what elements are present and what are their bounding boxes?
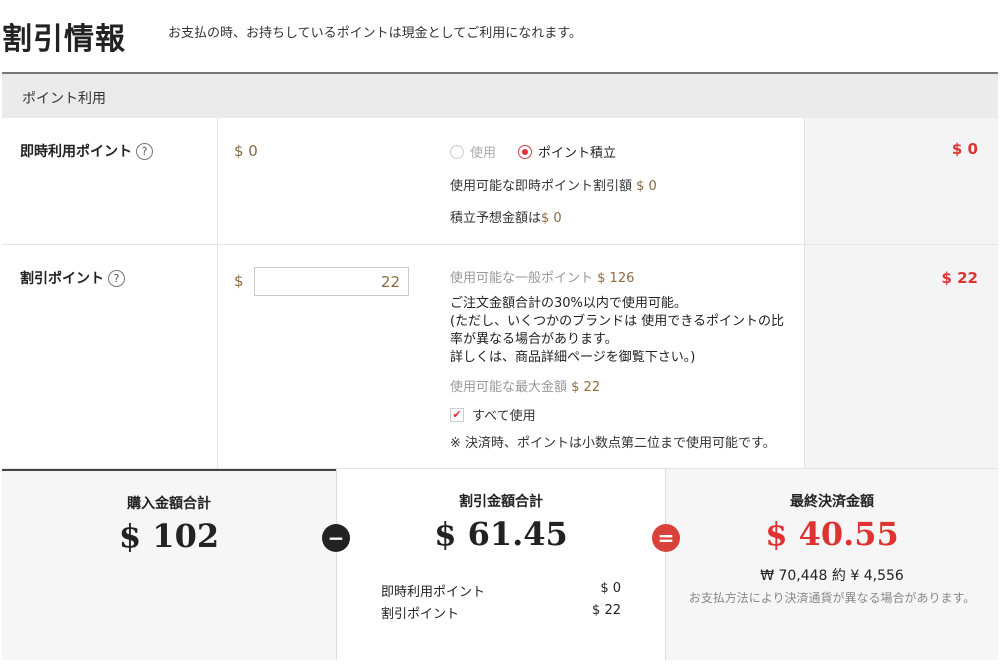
points-input[interactable] <box>254 267 409 296</box>
discount-points-info: 使用可能な一般ポイント $ 126 ご注文金額合計の30%以内で使用可能。 (た… <box>434 245 804 468</box>
instant-points-label: 即時利用ポイント ? <box>20 141 153 161</box>
final-total-value: $ 40.55 <box>765 515 899 553</box>
accumulate-value: $ 0 <box>541 211 562 226</box>
available-instant-value: $ 0 <box>636 179 657 194</box>
instant-points-value: $ 0 <box>234 142 258 160</box>
decimal-note: ※ 決済時、ポイントは小数点第二位まで使用可能です。 <box>450 436 776 451</box>
currency-symbol: $ <box>234 272 244 290</box>
use-all-checkbox-row[interactable]: ✔ すべて使用 <box>450 405 536 424</box>
instant-points-value-cell: $ 0 <box>218 118 434 244</box>
help-icon[interactable]: ? <box>108 269 125 287</box>
discount-total-value: $ 61.45 <box>434 515 568 553</box>
discount-points-amount: $ 22 <box>941 269 978 287</box>
final-total-panel: 最終決済金額 $ 40.55 ₩ 70,448 約 ¥ 4,556 お支払方法に… <box>666 469 998 660</box>
final-total-title: 最終決済金額 <box>790 494 874 510</box>
radio-use[interactable] <box>450 144 464 159</box>
max-usable-label: 使用可能な最大金額 <box>450 380 568 395</box>
summary: 購入金額合計 $ 102 − 割引金額合計 $ 61.45 即時利用ポイント $… <box>2 469 998 660</box>
general-points: 使用可能な一般ポイント $ 126 <box>450 267 634 286</box>
general-points-value: $ 126 <box>597 271 635 286</box>
currency-note: お支払方法により決済通貨が異なる場合があります。 <box>688 591 976 605</box>
discount-total-panel: 割引金額合計 $ 61.45 即時利用ポイント $ 0 割引ポイント $ 22 <box>336 469 666 660</box>
purchase-total-panel: 購入金額合計 $ 102 <box>2 469 336 660</box>
breakdown-value: $ 0 <box>600 581 621 596</box>
section-title: ポイント利用 <box>22 91 106 107</box>
breakdown-row: 割引ポイント $ 22 <box>381 603 621 622</box>
notice-line: (ただし、いくつかのブランドは 使用できるポイントの比率が異なる場合があります。 <box>450 314 784 347</box>
max-usable-value: $ 22 <box>571 380 601 395</box>
max-usable: 使用可能な最大金額 $ 22 <box>450 376 600 395</box>
notice-line: 詳しくは、商品詳細ページを御覧下さい。) <box>450 350 696 365</box>
section-header: ポイント利用 <box>2 74 998 118</box>
minus-icon: − <box>322 524 350 552</box>
radio-accumulate[interactable] <box>518 144 533 159</box>
instant-points-amount-cell: $ 0 <box>804 118 998 244</box>
breakdown-label: 即時利用ポイント <box>381 585 486 600</box>
discount-points-input-cell: $ <box>218 245 434 468</box>
discount-points-label: 割引ポイント ? <box>20 268 125 288</box>
discount-total-title: 割引金額合計 <box>459 494 543 510</box>
general-points-label: 使用可能な一般ポイント <box>450 271 594 286</box>
discount-points-amount-cell: $ 22 <box>804 245 998 468</box>
header: 割引情報 お支払の時、お持ちしているポイントは現金としてご利用になれます。 <box>0 0 1000 72</box>
radio-group: 使用 ポイント積立 <box>450 142 616 161</box>
usage-notice: ご注文金額合計の30%以内で使用可能。 (ただし、いくつかのブランドは 使用でき… <box>450 295 790 367</box>
available-instant-discount: 使用可能な即時ポイント割引額 $ 0 <box>450 175 657 194</box>
instant-points-label-text: 即時利用ポイント <box>20 144 132 160</box>
discount-points-label-cell: 割引ポイント ? <box>2 245 218 468</box>
purchase-total-value: $ 102 <box>118 517 220 555</box>
accumulate-estimate: 積立予想金額は$ 0 <box>450 207 562 226</box>
instant-points-amount: $ 0 <box>951 140 978 158</box>
discount-points-label-text: 割引ポイント <box>20 271 104 287</box>
instant-points-label-cell: 即時利用ポイント ? <box>2 118 218 244</box>
discount-points-row: 割引ポイント ? $ 使用可能な一般ポイント $ 126 ご注文金額合計の30%… <box>2 245 998 469</box>
page-note: お支払の時、お持ちしているポイントは現金としてご利用になれます。 <box>168 26 582 41</box>
breakdown-label: 割引ポイント <box>381 607 460 622</box>
radio-accumulate-label[interactable]: ポイント積立 <box>538 142 616 161</box>
instant-points-info: 使用 ポイント積立 使用可能な即時ポイント割引額 $ 0 積立予想金額は$ 0 <box>434 118 804 244</box>
radio-use-label[interactable]: 使用 <box>470 142 496 161</box>
help-icon[interactable]: ? <box>136 142 153 160</box>
equals-icon: = <box>652 524 680 552</box>
notice-line: ご注文金額合計の30%以内で使用可能。 <box>450 296 687 311</box>
currency-conversion: ₩ 70,448 約 ¥ 4,556 <box>760 568 904 584</box>
page-title: 割引情報 <box>2 22 126 57</box>
breakdown-value: $ 22 <box>592 603 621 618</box>
purchase-total-title: 購入金額合計 <box>127 496 211 512</box>
use-all-label[interactable]: すべて使用 <box>472 405 536 424</box>
use-all-checkbox[interactable]: ✔ <box>450 407 464 422</box>
instant-points-row: 即時利用ポイント ? $ 0 使用 ポイント積立 使用可能な即時ポイント割引額 … <box>2 118 998 245</box>
accumulate-label: 積立予想金額は <box>450 211 542 226</box>
available-instant-label: 使用可能な即時ポイント割引額 <box>450 179 633 194</box>
breakdown-row: 即時利用ポイント $ 0 <box>381 581 621 600</box>
